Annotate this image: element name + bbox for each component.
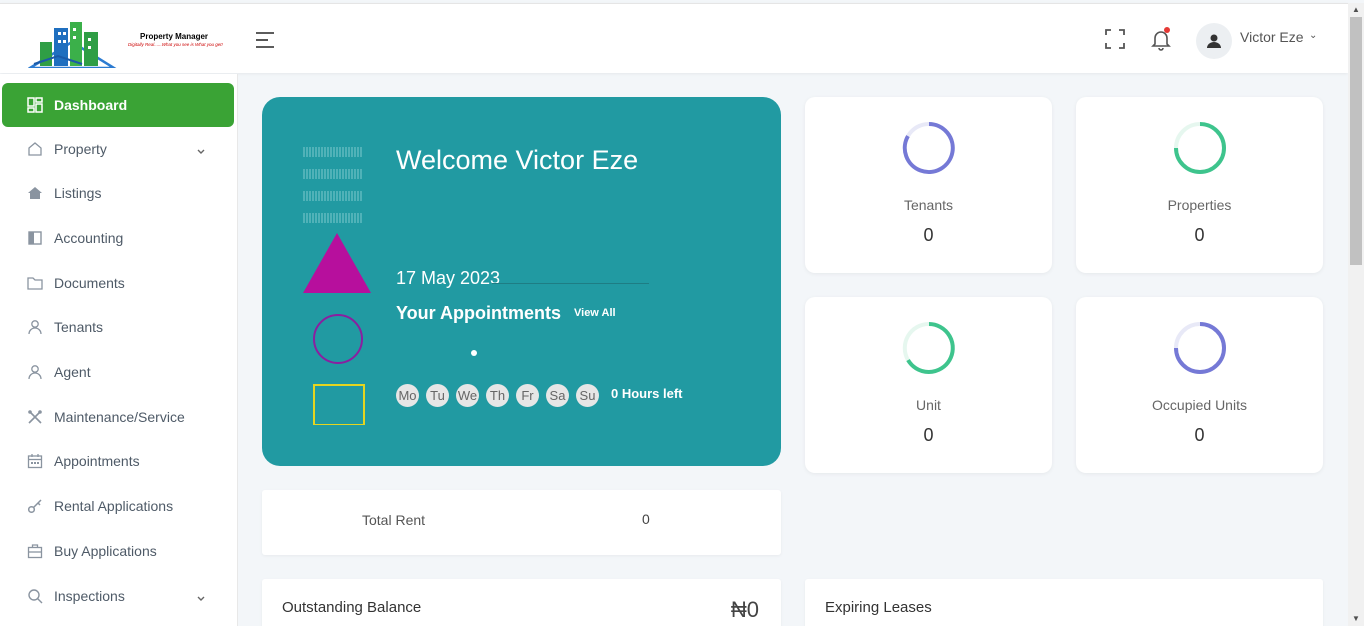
scroll-up-icon[interactable]: ▲	[1352, 5, 1360, 14]
progress-ring-icon	[902, 321, 955, 374]
current-date: 17 May 2023	[396, 268, 501, 288]
chevron-down-icon	[196, 143, 206, 159]
sidebar: Dashboard Property Listings Accounting D…	[0, 74, 238, 626]
menu-toggle-button[interactable]	[254, 30, 278, 52]
logo-buildings-icon	[25, 22, 119, 70]
menu-icon	[256, 32, 274, 48]
dashboard-icon	[26, 96, 44, 114]
stat-value: 0	[923, 225, 934, 245]
search-icon	[26, 587, 44, 605]
view-all-link[interactable]: View All	[574, 307, 616, 319]
outstanding-balance-title: Outstanding Balance	[282, 599, 422, 616]
stat-label: Unit	[916, 397, 941, 413]
sidebar-item-label: Property	[54, 141, 107, 157]
fullscreen-button[interactable]	[1103, 27, 1127, 51]
chevron-down-icon[interactable]: ⌄	[1309, 30, 1317, 41]
sidebar-item-label: Documents	[54, 275, 125, 291]
sidebar-item-inspections[interactable]: Inspections	[2, 574, 234, 618]
tools-icon	[26, 408, 44, 426]
user-icon	[1207, 34, 1221, 48]
chevron-down-icon	[196, 590, 206, 606]
sidebar-item-rental-applications[interactable]: Rental Applications	[2, 484, 234, 528]
day-tu[interactable]: Tu	[426, 384, 449, 407]
total-rent-card: Total Rent 0	[262, 490, 781, 555]
sidebar-item-documents[interactable]: Documents	[2, 261, 234, 305]
stat-card-properties[interactable]: Properties 0	[1076, 97, 1323, 273]
sidebar-item-property[interactable]: Property	[2, 127, 234, 171]
divider	[492, 283, 649, 284]
welcome-card: Welcome Victor Eze 17 May 2023 Your Appo…	[262, 97, 781, 466]
calendar-icon	[26, 452, 44, 470]
sidebar-item-listings[interactable]: Listings	[2, 171, 234, 215]
day-sa[interactable]: Sa	[546, 384, 569, 407]
expiring-leases-card: Expiring Leases	[805, 579, 1323, 626]
decorative-shapes	[303, 147, 371, 425]
brand-logo[interactable]: Property Manager Digitally Real......Wha…	[25, 18, 224, 70]
sidebar-item-label: Dashboard	[54, 97, 128, 113]
sidebar-item-label: Tenants	[54, 319, 104, 335]
stat-label: Tenants	[903, 197, 954, 213]
progress-ring-icon	[902, 121, 955, 174]
day-th[interactable]: Th	[486, 384, 509, 407]
sidebar-item-buy-applications[interactable]: Buy Applications	[2, 529, 234, 573]
sidebar-item-dashboard[interactable]: Dashboard	[2, 83, 234, 127]
day-we[interactable]: We	[456, 384, 479, 407]
home-icon	[26, 140, 44, 158]
brand-name: Property Manager	[140, 32, 209, 41]
sidebar-item-label: Listings	[54, 185, 102, 201]
expiring-leases-title: Expiring Leases	[825, 599, 932, 616]
scrollbar[interactable]: ▲ ▼	[1348, 3, 1364, 626]
sidebar-item-agent[interactable]: Agent	[2, 350, 234, 394]
total-rent-value: 0	[642, 511, 650, 527]
day-su[interactable]: Su	[576, 384, 599, 407]
progress-ring-icon	[1174, 122, 1226, 174]
avatar[interactable]	[1196, 23, 1232, 59]
stat-value: 0	[1194, 425, 1205, 445]
sidebar-item-appointments[interactable]: Appointments	[2, 439, 234, 483]
sidebar-item-tenants[interactable]: Tenants	[2, 305, 234, 349]
user-name[interactable]: Victor Eze	[1240, 29, 1304, 45]
carousel-dot[interactable]	[471, 350, 477, 356]
total-rent-label: Total Rent	[362, 512, 426, 528]
sidebar-item-label: Appointments	[54, 453, 140, 469]
day-fr[interactable]: Fr	[516, 384, 539, 407]
sidebar-item-accounting[interactable]: Accounting	[2, 216, 234, 260]
stat-value: 0	[1194, 225, 1205, 245]
house-fill-icon	[26, 184, 44, 202]
stat-card-tenants[interactable]: Tenants 0	[805, 97, 1052, 273]
brand-tagline: Digitally Real......What you see is What…	[128, 42, 223, 47]
stat-card-occupied-units[interactable]: Occupied Units 0	[1076, 297, 1323, 473]
ledger-icon	[26, 229, 44, 247]
fullscreen-icon	[1105, 29, 1125, 49]
sidebar-item-label: Buy Applications	[54, 543, 157, 559]
day-mo[interactable]: Mo	[396, 384, 419, 407]
sidebar-item-label: Agent	[54, 364, 91, 380]
scroll-down-icon[interactable]: ▼	[1352, 614, 1360, 623]
welcome-title: Welcome Victor Eze	[396, 145, 639, 175]
scroll-thumb[interactable]	[1350, 17, 1362, 265]
sidebar-item-label: Rental Applications	[54, 498, 174, 514]
sidebar-item-label: Accounting	[54, 230, 124, 246]
outstanding-balance-card: Outstanding Balance ₦0	[262, 579, 781, 626]
key-icon	[26, 497, 44, 515]
stat-card-unit[interactable]: Unit 0	[805, 297, 1052, 473]
sidebar-item-maintenance[interactable]: Maintenance/Service	[2, 395, 234, 439]
outstanding-balance-amount: ₦0	[730, 597, 759, 622]
folder-icon	[26, 274, 44, 292]
person-icon	[26, 318, 44, 336]
person-icon	[26, 363, 44, 381]
progress-ring-icon	[1174, 322, 1226, 374]
sidebar-item-label: Maintenance/Service	[54, 409, 185, 425]
stat-value: 0	[923, 425, 934, 445]
stat-label: Properties	[1167, 197, 1232, 213]
briefcase-icon	[26, 542, 44, 560]
stat-label: Occupied Units	[1152, 397, 1247, 413]
appointments-title: Your Appointments	[396, 303, 561, 323]
hours-left: 0 Hours left	[611, 386, 683, 401]
sidebar-item-label: Inspections	[54, 588, 125, 604]
notification-badge	[1164, 27, 1170, 33]
top-header: Property Manager Digitally Real......Wha…	[0, 3, 1348, 73]
